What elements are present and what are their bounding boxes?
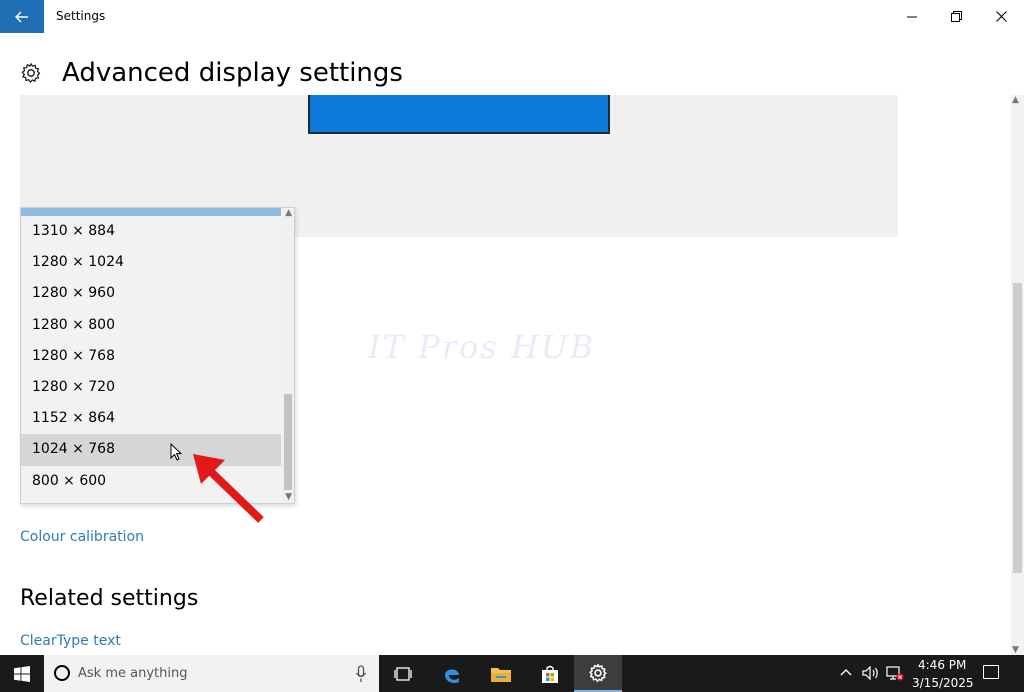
- scroll-up-icon[interactable]: ▲: [1012, 95, 1019, 105]
- cleartype-text-link[interactable]: ClearType text: [20, 633, 121, 649]
- scroll-down-icon[interactable]: ▼: [285, 492, 292, 502]
- dropdown-scroll-thumb[interactable]: [284, 394, 292, 490]
- edge-browser-button[interactable]: [428, 655, 476, 692]
- colour-calibration-link[interactable]: Colour calibration: [20, 529, 144, 545]
- action-center-icon[interactable]: [983, 665, 999, 679]
- folder-icon: [491, 667, 511, 682]
- task-view-icon: [394, 666, 412, 681]
- restore-button[interactable]: [934, 0, 979, 33]
- cortana-search-box[interactable]: Ask me anything: [44, 655, 379, 692]
- store-button[interactable]: [526, 655, 574, 692]
- page-header: Advanced display settings: [20, 56, 403, 90]
- resolution-option[interactable]: 1310 × 884: [21, 216, 281, 247]
- resolution-option[interactable]: 1280 × 960: [21, 278, 281, 309]
- resolution-option[interactable]: 1280 × 1024: [21, 247, 281, 278]
- resolution-option[interactable]: 1280 × 720: [21, 372, 281, 403]
- task-view-button[interactable]: [379, 655, 427, 692]
- gear-icon: [21, 63, 41, 83]
- clock-date[interactable]: 3/15/2025: [912, 676, 974, 690]
- mouse-cursor-icon: [170, 443, 182, 461]
- back-arrow-icon: [15, 11, 28, 22]
- title-bar: Settings: [0, 0, 1024, 33]
- restore-icon: [951, 11, 962, 22]
- window-title: Settings: [56, 9, 106, 23]
- minimize-button[interactable]: [889, 0, 934, 33]
- close-button[interactable]: [979, 0, 1024, 33]
- page-scroll-thumb[interactable]: [1013, 283, 1022, 573]
- close-icon: [996, 11, 1007, 22]
- scroll-up-icon[interactable]: ▲: [285, 208, 292, 218]
- resolution-option[interactable]: 1152 × 864: [21, 403, 281, 434]
- file-explorer-button[interactable]: [477, 655, 525, 692]
- page-title: Advanced display settings: [62, 58, 403, 88]
- cortana-icon: [54, 665, 70, 681]
- gear-icon: [589, 663, 607, 682]
- resolution-option[interactable]: 1280 × 768: [21, 341, 281, 372]
- scroll-down-icon[interactable]: ▼: [1012, 645, 1019, 655]
- store-bag-icon: [542, 665, 558, 683]
- red-pointer-arrow-icon: [193, 454, 264, 523]
- monitor-tile[interactable]: [308, 95, 610, 134]
- dropdown-selected-edge: [21, 208, 281, 216]
- search-placeholder: Ask me anything: [78, 666, 188, 681]
- windows-logo-icon: [14, 665, 30, 682]
- resolution-option[interactable]: 1280 × 800: [21, 310, 281, 341]
- show-hidden-icons-chevron-icon[interactable]: [840, 668, 852, 676]
- back-button[interactable]: [0, 0, 44, 33]
- page-scrollbar[interactable]: ▲ ▼: [1011, 95, 1024, 655]
- minimize-icon: [906, 16, 917, 17]
- network-disconnected-icon[interactable]: [886, 665, 904, 681]
- edge-icon: [445, 668, 459, 683]
- start-button[interactable]: [0, 655, 44, 692]
- dropdown-scrollbar[interactable]: ▲ ▼: [282, 208, 294, 503]
- volume-icon[interactable]: [862, 666, 880, 680]
- settings-taskbar-button[interactable]: [574, 655, 622, 692]
- related-settings-heading: Related settings: [20, 586, 199, 611]
- taskbar: Ask me anything 4:46 PM 3/15/2025: [0, 655, 1024, 692]
- clock-time[interactable]: 4:46 PM: [918, 658, 966, 672]
- microphone-icon[interactable]: [355, 665, 367, 683]
- watermark: IT Pros HUB: [368, 328, 596, 366]
